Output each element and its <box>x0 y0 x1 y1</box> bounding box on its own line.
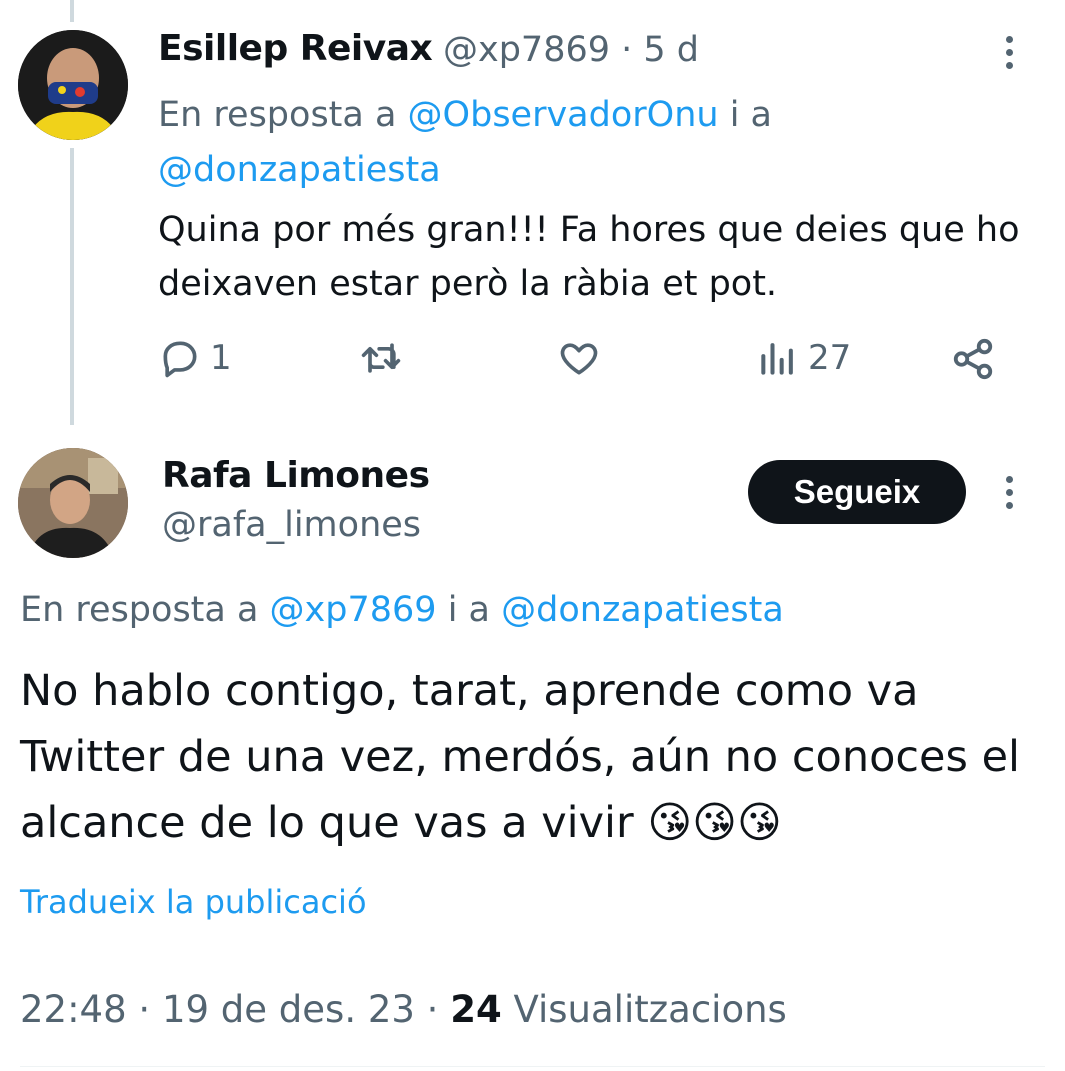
retweet-icon <box>361 343 401 373</box>
mention-link[interactable]: @donzapatiesta <box>501 590 784 630</box>
tweet-date[interactable]: 19 de des. 23 <box>162 988 415 1031</box>
retweet-button[interactable] <box>356 336 406 380</box>
tweet-text: No hablo contigo, tarat, aprende como va… <box>20 666 1020 848</box>
tweet-text: Quina por més gran!!! Fa hores que deies… <box>158 210 1020 304</box>
author-handle[interactable]: @rafa_limones <box>162 505 421 545</box>
reply-join: i a <box>718 95 773 135</box>
thread-line-top <box>70 0 74 22</box>
views-count: 24 <box>450 988 502 1031</box>
translate-link[interactable]: Tradueix la publicació <box>20 883 367 921</box>
avatar[interactable] <box>18 448 128 558</box>
reply-context: En resposta a @xp7869 i a @donzapatiesta <box>20 590 784 630</box>
share-button[interactable] <box>950 336 996 382</box>
avatar[interactable] <box>18 30 128 140</box>
tweet-time[interactable]: 22:48 <box>20 988 127 1031</box>
mention-link[interactable]: @xp7869 <box>270 590 437 630</box>
like-icon <box>560 343 598 375</box>
author-name[interactable]: Esillep Reivax <box>158 28 433 69</box>
reply-count: 1 <box>210 338 232 378</box>
follow-button[interactable]: Segueix <box>748 460 966 524</box>
views-button[interactable]: 27 <box>756 336 851 380</box>
more-icon[interactable] <box>1004 36 1014 69</box>
like-button[interactable] <box>556 336 602 380</box>
mention-link[interactable]: @ObservadorOnu <box>408 95 719 135</box>
views-label: Visualitzacions <box>513 988 787 1031</box>
divider <box>20 1066 1045 1067</box>
reply-join: i a <box>436 590 502 630</box>
share-icon <box>953 338 993 380</box>
reply-button[interactable]: 1 <box>158 336 232 380</box>
tweet-meta: 22:48 · 19 de des. 23 · 24 Visualitzacio… <box>20 988 787 1031</box>
more-icon[interactable] <box>1004 476 1014 509</box>
reply-prefix: En resposta a <box>20 590 270 630</box>
views-icon <box>761 343 793 375</box>
mention-link[interactable]: @donzapatiesta <box>158 150 441 190</box>
author-name[interactable]: Rafa Limones <box>162 455 430 496</box>
reply-context: En resposta a @ObservadorOnu i a @donzap… <box>158 88 772 198</box>
author-handle-time[interactable]: @xp7869 · 5 d <box>443 30 699 70</box>
reply-icon <box>163 341 197 378</box>
thread-line <box>70 148 74 425</box>
views-count: 27 <box>808 338 852 378</box>
reply-prefix: En resposta a <box>158 95 408 135</box>
